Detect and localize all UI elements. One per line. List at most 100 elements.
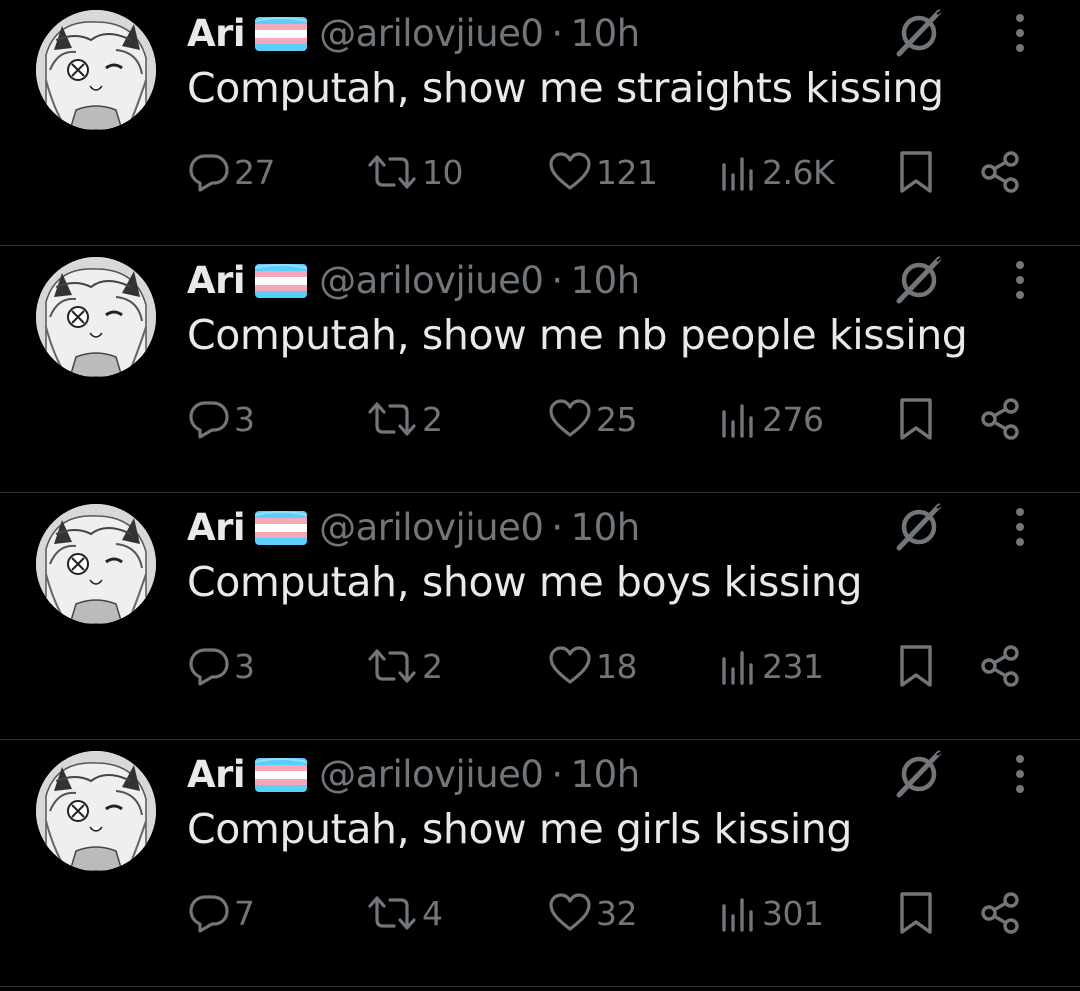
retweet-count: 4 — [422, 893, 443, 933]
trans-flag-icon — [254, 264, 308, 298]
retweet-icon — [368, 896, 416, 930]
like-button[interactable]: 32 — [548, 885, 638, 941]
avatar[interactable] — [36, 10, 156, 130]
more-vertical-icon — [1016, 755, 1024, 793]
share-icon — [981, 645, 1019, 687]
like-count: 18 — [596, 646, 638, 686]
avatar[interactable] — [36, 504, 156, 624]
reply-icon — [189, 895, 229, 933]
retweet-button[interactable]: 10 — [366, 144, 464, 200]
share-button[interactable] — [977, 391, 1023, 447]
user-handle[interactable]: @arilovjiue0 — [319, 753, 544, 796]
reply-button[interactable]: 27 — [188, 144, 276, 200]
more-options-button[interactable] — [1004, 257, 1036, 303]
like-button[interactable]: 18 — [548, 638, 638, 694]
grok-button[interactable] — [891, 749, 947, 799]
timestamp[interactable]: 10h — [571, 506, 641, 549]
like-button[interactable]: 121 — [548, 144, 658, 200]
views-button[interactable]: 231 — [718, 638, 824, 694]
bookmark-button[interactable] — [896, 885, 936, 941]
display-name[interactable]: Ari — [187, 753, 246, 796]
bookmark-icon — [900, 398, 932, 440]
retweet-count: 2 — [422, 646, 443, 686]
trans-flag-icon — [254, 511, 308, 545]
reply-count: 3 — [234, 646, 255, 686]
share-button[interactable] — [977, 144, 1023, 200]
share-icon — [981, 151, 1019, 193]
tweet[interactable]: Ari @arilovjiue0 · 10h Computah, show me… — [0, 494, 1080, 740]
view-count: 231 — [762, 646, 824, 686]
avatar[interactable] — [36, 751, 156, 871]
share-icon — [981, 398, 1019, 440]
like-count: 121 — [596, 152, 658, 192]
retweet-button[interactable]: 2 — [366, 391, 443, 447]
reply-count: 3 — [234, 399, 255, 439]
trans-flag-icon — [254, 758, 308, 792]
views-icon — [722, 404, 753, 438]
tweet[interactable]: Ari @arilovjiue0 · 10h Computah, show me… — [0, 0, 1080, 246]
more-options-button[interactable] — [1004, 504, 1036, 550]
display-name[interactable]: Ari — [187, 506, 246, 549]
retweet-count: 10 — [422, 152, 464, 192]
display-name[interactable]: Ari — [187, 12, 246, 55]
bookmark-button[interactable] — [896, 144, 936, 200]
views-button[interactable]: 2.6K — [718, 144, 835, 200]
reply-button[interactable]: 7 — [188, 885, 255, 941]
tweet-actions: 3 2 18 231 — [0, 638, 1080, 694]
retweet-icon — [368, 649, 416, 683]
share-button[interactable] — [977, 885, 1023, 941]
grok-button[interactable] — [891, 8, 947, 58]
grok-button[interactable] — [891, 502, 947, 552]
heart-icon — [549, 646, 591, 684]
user-handle[interactable]: @arilovjiue0 — [319, 259, 544, 302]
bookmark-icon — [900, 892, 932, 934]
tweet-text: Computah, show me straights kissing — [187, 64, 944, 112]
grok-icon — [896, 503, 944, 551]
tweet-text: Computah, show me girls kissing — [187, 805, 853, 853]
retweet-icon — [368, 155, 416, 189]
timestamp[interactable]: 10h — [571, 259, 641, 302]
display-name[interactable]: Ari — [187, 259, 246, 302]
tweet-header: Ari @arilovjiue0 · 10h — [187, 502, 640, 552]
user-handle[interactable]: @arilovjiue0 — [319, 506, 544, 549]
separator-dot: · — [551, 11, 563, 55]
tweet-actions: 27 10 121 2.6K — [0, 144, 1080, 200]
more-vertical-icon — [1016, 261, 1024, 299]
retweet-button[interactable]: 4 — [366, 885, 443, 941]
views-button[interactable]: 301 — [718, 885, 824, 941]
bookmark-button[interactable] — [896, 391, 936, 447]
reply-count: 27 — [234, 152, 276, 192]
share-button[interactable] — [977, 638, 1023, 694]
avatar-illustration — [36, 751, 156, 871]
reply-count: 7 — [234, 893, 255, 933]
heart-icon — [549, 152, 591, 190]
view-count: 301 — [762, 893, 824, 933]
more-options-button[interactable] — [1004, 10, 1036, 56]
grok-icon — [896, 750, 944, 798]
bookmark-button[interactable] — [896, 638, 936, 694]
views-icon — [722, 157, 753, 191]
tweet[interactable]: Ari @arilovjiue0 · 10h Computah, show me… — [0, 741, 1080, 987]
user-handle[interactable]: @arilovjiue0 — [319, 12, 544, 55]
views-icon — [722, 651, 753, 685]
like-button[interactable]: 25 — [548, 391, 638, 447]
reply-icon — [189, 401, 229, 439]
views-button[interactable]: 276 — [718, 391, 824, 447]
retweet-button[interactable]: 2 — [366, 638, 443, 694]
timeline-feed: Ari @arilovjiue0 · 10h Computah, show me… — [0, 0, 1080, 991]
separator-dot: · — [551, 752, 563, 796]
like-count: 32 — [596, 893, 638, 933]
avatar[interactable] — [36, 257, 156, 377]
reply-button[interactable]: 3 — [188, 638, 255, 694]
timestamp[interactable]: 10h — [571, 753, 641, 796]
timestamp[interactable]: 10h — [571, 12, 641, 55]
grok-button[interactable] — [891, 255, 947, 305]
more-vertical-icon — [1016, 508, 1024, 546]
view-count: 2.6K — [762, 152, 835, 192]
reply-button[interactable]: 3 — [188, 391, 255, 447]
heart-icon — [549, 893, 591, 931]
reply-icon — [189, 648, 229, 686]
tweet[interactable]: Ari @arilovjiue0 · 10h Computah, show me… — [0, 247, 1080, 493]
more-options-button[interactable] — [1004, 751, 1036, 797]
bookmark-icon — [900, 645, 932, 687]
